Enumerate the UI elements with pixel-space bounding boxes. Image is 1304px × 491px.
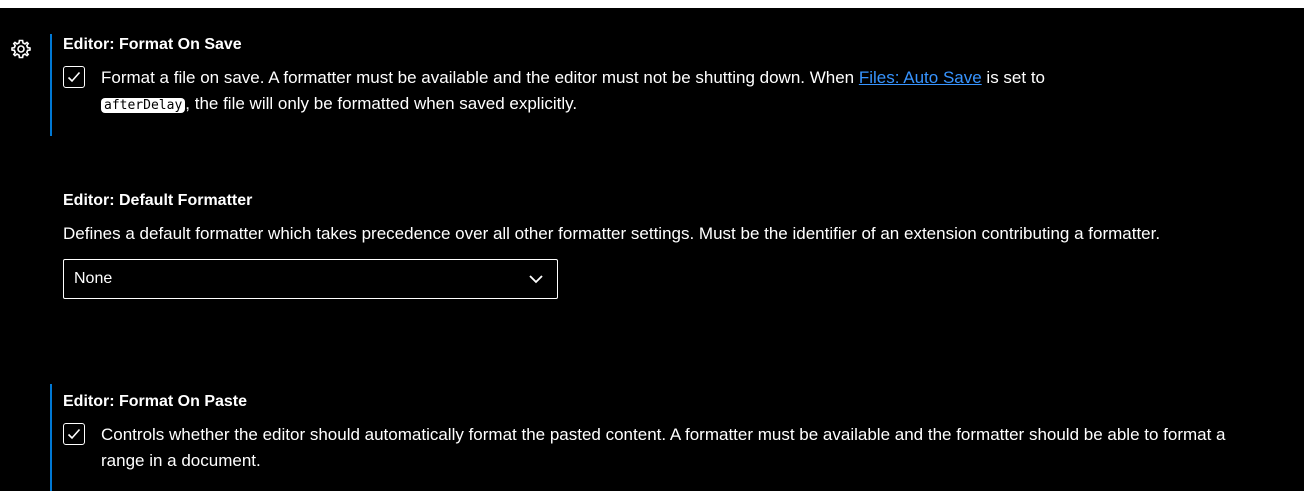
- setting-checkbox-row: Format a file on save. A formatter must …: [63, 65, 1284, 117]
- chevron-down-icon: [529, 275, 543, 284]
- checkmark-icon: [67, 71, 81, 83]
- format-on-save-checkbox[interactable]: [63, 66, 85, 88]
- description-text: is set to: [981, 68, 1046, 87]
- description-text: , the file will only be formatted when s…: [185, 94, 578, 113]
- format-on-paste-checkbox[interactable]: [63, 423, 85, 445]
- setting-description: Format a file on save. A formatter must …: [101, 65, 1045, 117]
- setting-description: Defines a default formatter which takes …: [63, 224, 1161, 243]
- setting-title: Editor: Format On Save: [63, 36, 242, 53]
- dropdown-selected-value: None: [74, 270, 113, 287]
- gear-icon[interactable]: [10, 38, 32, 60]
- setting-description: Controls whether the editor should autom…: [101, 425, 1226, 470]
- files-auto-save-link[interactable]: Files: Auto Save: [859, 68, 982, 87]
- setting-checkbox-row: Controls whether the editor should autom…: [63, 422, 1284, 474]
- default-formatter-dropdown[interactable]: None: [63, 259, 558, 299]
- setting-title: Editor: Format On Paste: [63, 393, 248, 410]
- description-text: Format a file on save. A formatter must …: [101, 68, 859, 87]
- setting-format-on-save: Editor: Format On Save Format a file on …: [50, 34, 1284, 136]
- checkmark-icon: [67, 428, 81, 440]
- setting-title: Editor: Default Formatter: [63, 192, 253, 209]
- setting-format-on-paste: Editor: Format On Paste Controls whether…: [50, 384, 1284, 491]
- inline-code: afterDelay: [101, 98, 186, 113]
- setting-default-formatter: Editor: Default Formatter Defines a defa…: [50, 190, 1284, 299]
